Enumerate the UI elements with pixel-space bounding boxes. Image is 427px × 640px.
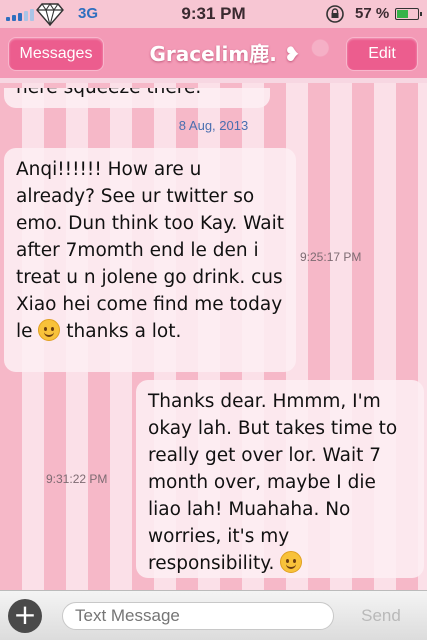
edit-button[interactable]: Edit — [346, 37, 418, 71]
send-button[interactable]: Send — [348, 603, 414, 629]
smiley-emoji-icon — [280, 551, 303, 573]
messages-back-button[interactable]: Messages — [8, 37, 104, 71]
rotation-lock-icon — [326, 5, 344, 23]
composer-bar: + Send — [0, 590, 427, 640]
incoming-message-text: Anqi!!!!!! How are u already? See ur twi… — [16, 159, 284, 342]
add-attachment-button[interactable]: + — [8, 599, 42, 633]
message-bubble-incoming: Anqi!!!!!! How are u already? See ur twi… — [4, 148, 296, 372]
incoming-timestamp: 9:25:17 PM — [300, 250, 362, 264]
date-stamp: 8 Aug, 2013 — [178, 118, 249, 133]
smiley-emoji-icon — [38, 319, 61, 341]
navigation-bar: Messages Gracelim鹿. ❥ Edit — [0, 28, 427, 83]
message-bubble-outgoing: Thanks dear. Hmmm, I'm okay lah. But tak… — [136, 380, 424, 578]
outgoing-message-text: Thanks dear. Hmmm, I'm okay lah. But tak… — [148, 391, 398, 574]
incoming-message-text-end: thanks a lot. — [60, 321, 182, 342]
battery-fill — [397, 10, 408, 18]
battery-icon — [395, 8, 422, 20]
status-bar: 3G 9:31 PM 57 % — [0, 0, 427, 28]
message-thread[interactable]: here squeeze there. 8 Aug, 2013 Anqi!!!!… — [0, 88, 427, 588]
message-bubble-previous: here squeeze there. — [4, 88, 270, 108]
conversation-title: Gracelim鹿. ❥ — [149, 42, 301, 66]
outgoing-timestamp: 9:31:22 PM — [46, 472, 108, 486]
message-input[interactable] — [62, 602, 334, 630]
battery-percent: 57 % — [355, 5, 390, 22]
